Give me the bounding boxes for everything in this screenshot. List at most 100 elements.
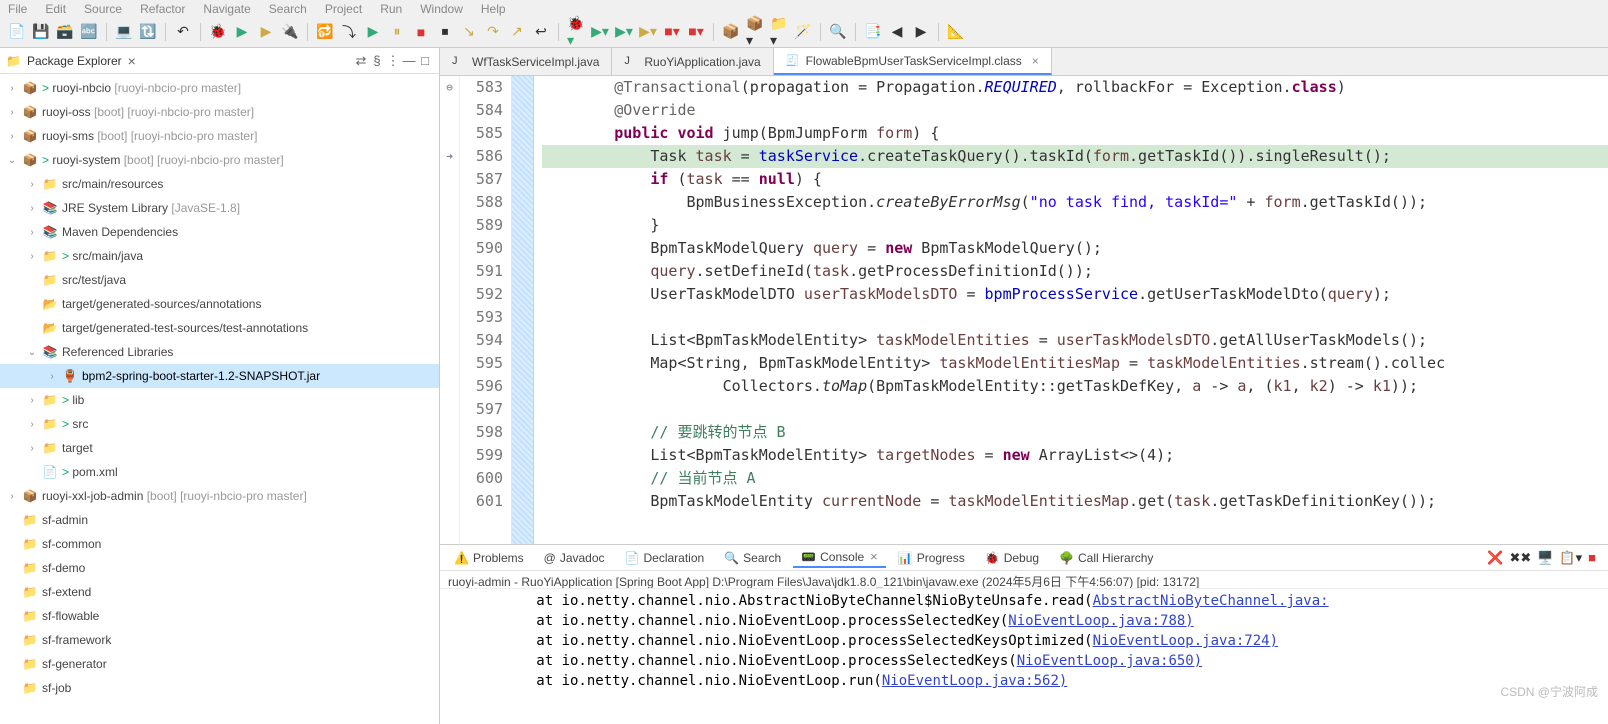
folding-ruler[interactable] [512,76,534,544]
stacktrace-link[interactable]: NioEventLoop.java:724) [1093,633,1278,649]
bottom-tab-debug[interactable]: 🐞 Debug [977,549,1047,567]
tree-item[interactable]: 📁 sf-admin [0,508,439,532]
run2-icon[interactable]: ▶▾ [591,23,609,41]
code-line[interactable]: Task task = taskService.createTaskQuery(… [542,145,1608,168]
code-body[interactable]: @Transactional(propagation = Propagation… [534,76,1608,544]
menu-search[interactable]: Search [269,2,307,14]
gutter-mark[interactable] [440,352,459,375]
resume-icon[interactable]: ▶ [364,23,382,41]
cover2-icon[interactable]: ▶▾ [615,23,633,41]
code-line[interactable]: Map<String, BpmTaskModelEntity> taskMode… [542,352,1608,375]
gutter-mark[interactable] [440,237,459,260]
tree-item[interactable]: 📁 src/test/java [0,268,439,292]
gutter-mark[interactable] [440,191,459,214]
menu-navigate[interactable]: Navigate [203,2,250,14]
tree-item[interactable]: › 📚 JRE System Library [JavaSE-1.8] [0,196,439,220]
tree-item[interactable]: › 📚 Maven Dependencies [0,220,439,244]
gutter-mark[interactable] [440,122,459,145]
gutter-mark[interactable] [440,214,459,237]
tree-item[interactable]: › 🏺 bpm2-spring-boot-starter-1.2-SNAPSHO… [0,364,439,388]
relaunch-icon[interactable]: 🔂 [316,23,334,41]
tree-item[interactable]: 📂 target/generated-test-sources/test-ann… [0,316,439,340]
gutter-mark[interactable] [440,444,459,467]
tree-item[interactable]: 📁 sf-generator [0,652,439,676]
expand-arrow-icon[interactable]: ⌄ [6,155,18,166]
tree-item[interactable]: 📄 > pom.xml [0,460,439,484]
gutter-mark[interactable] [440,168,459,191]
editor-tab[interactable]: J WfTaskServiceImpl.java [440,48,612,75]
save-icon[interactable]: 💾 [32,23,50,41]
editor-tab[interactable]: J RuoYiApplication.java [612,48,773,75]
code-line[interactable]: BpmTaskModelQuery query = new BpmTaskMod… [542,237,1608,260]
menu-window[interactable]: Window [420,2,463,14]
gutter-mark[interactable] [440,260,459,283]
forward-icon[interactable]: ▶ [912,23,930,41]
tree-item[interactable]: › 📁 src/main/resources [0,172,439,196]
tree-item[interactable]: 📁 sf-common [0,532,439,556]
code-line[interactable]: query.setDefineId(task.getProcessDefinit… [542,260,1608,283]
disconnect-icon[interactable]: ⏹ [436,23,454,41]
package-tree[interactable]: › 📦 > ruoyi-nbcio [ruoyi-nbcio-pro maste… [0,74,439,724]
console-output[interactable]: at io.netty.channel.nio.AbstractNioByteC… [440,589,1608,724]
btab-close-icon[interactable]: × [868,549,878,564]
stacktrace-link[interactable]: AbstractNioByteChannel.java: [1093,593,1329,609]
marker-gutter[interactable]: ⊖➜ [440,76,460,544]
expand-arrow-icon[interactable]: › [26,443,38,454]
code-line[interactable] [542,306,1608,329]
remove-all-icon[interactable]: ✖✖ [1509,550,1531,566]
gutter-mark[interactable]: ➜ [440,145,459,168]
explorer-mini-3[interactable]: — [401,52,417,68]
bottom-tab-console[interactable]: 📟 Console × [793,547,886,568]
stop3-icon[interactable]: ■▾ [687,23,705,41]
undo-icon[interactable]: ↶ [174,23,192,41]
tree-item[interactable]: 📂 target/generated-sources/annotations [0,292,439,316]
bottom-tab-problems[interactable]: ⚠️ Problems [446,549,532,567]
console-select-icon[interactable]: 📋▾ [1559,550,1582,566]
terminate-icon[interactable]: ■ [1588,550,1596,566]
tree-item[interactable]: › 📁 > lib [0,388,439,412]
code-line[interactable]: @Transactional(propagation = Propagation… [542,76,1608,99]
close-view-icon[interactable]: × [128,53,136,69]
expand-arrow-icon[interactable]: › [46,371,58,382]
menu-help[interactable]: Help [481,2,506,14]
expand-arrow-icon[interactable]: › [26,251,38,262]
tree-item[interactable]: › 📦 > ruoyi-nbcio [ruoyi-nbcio-pro maste… [0,76,439,100]
menu-source[interactable]: Source [84,2,122,14]
code-line[interactable]: BpmBusinessException.createByErrorMsg("n… [542,191,1608,214]
expand-arrow-icon[interactable]: › [6,83,18,94]
tree-item[interactable]: › 📦 ruoyi-sms [boot] [ruoyi-nbcio-pro ma… [0,124,439,148]
tree-item[interactable]: 📁 sf-flowable [0,604,439,628]
new-class-icon[interactable]: 📦▾ [746,23,764,41]
bottom-tab-call hierarchy[interactable]: 🌳 Call Hierarchy [1051,549,1161,567]
pause-icon[interactable]: ⏸ [388,23,406,41]
wand-icon[interactable]: 🪄 [794,23,812,41]
stacktrace-link[interactable]: NioEventLoop.java:788) [1008,613,1193,629]
bottom-tab-declaration[interactable]: 📄 Declaration [617,549,713,567]
code-line[interactable] [542,398,1608,421]
sync-icon[interactable]: 🔃 [139,23,157,41]
skip-icon[interactable]: ⤵ [340,23,358,41]
tree-item[interactable]: 📁 sf-demo [0,556,439,580]
expand-arrow-icon[interactable]: › [26,419,38,430]
expand-arrow-icon[interactable]: › [6,107,18,118]
bottom-tab-javadoc[interactable]: @ Javadoc [536,549,613,567]
remove-launch-icon[interactable]: ❌ [1487,550,1503,566]
gutter-mark[interactable] [440,490,459,513]
display-icon[interactable]: 🖥️ [1537,550,1553,566]
menu-project[interactable]: Project [325,2,362,14]
menu-run[interactable]: Run [380,2,402,14]
persp-icon[interactable]: 📐 [947,23,965,41]
gutter-mark[interactable] [440,375,459,398]
debug-icon[interactable]: 🐞 [209,23,227,41]
code-line[interactable]: public void jump(BpmJumpForm form) { [542,122,1608,145]
code-line[interactable]: } [542,214,1608,237]
explorer-mini-1[interactable]: § [369,52,385,68]
back-icon[interactable]: ◀ [888,23,906,41]
ext2-icon[interactable]: ▶▾ [639,23,657,41]
search-icon[interactable]: 🔍 [829,23,847,41]
stepreturn-icon[interactable]: ↗ [508,23,526,41]
gutter-mark[interactable] [440,421,459,444]
expand-arrow-icon[interactable]: › [6,131,18,142]
explorer-mini-4[interactable]: □ [417,52,433,68]
tree-item[interactable]: › 📁 > src [0,412,439,436]
